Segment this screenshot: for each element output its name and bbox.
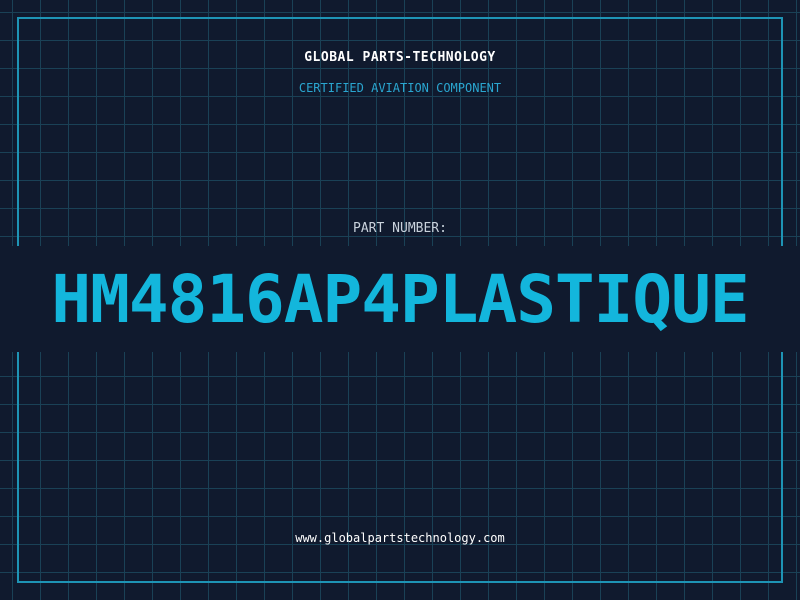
company-name: GLOBAL PARTS-TECHNOLOGY bbox=[304, 50, 496, 65]
part-number-label: PART NUMBER: bbox=[353, 221, 447, 236]
certification-tagline: CERTIFIED AVIATION COMPONENT bbox=[298, 81, 502, 95]
website-url: www.globalpartstechnology.com bbox=[295, 531, 505, 545]
part-number-value: HM4816AP4PLASTIQUE bbox=[51, 261, 749, 338]
